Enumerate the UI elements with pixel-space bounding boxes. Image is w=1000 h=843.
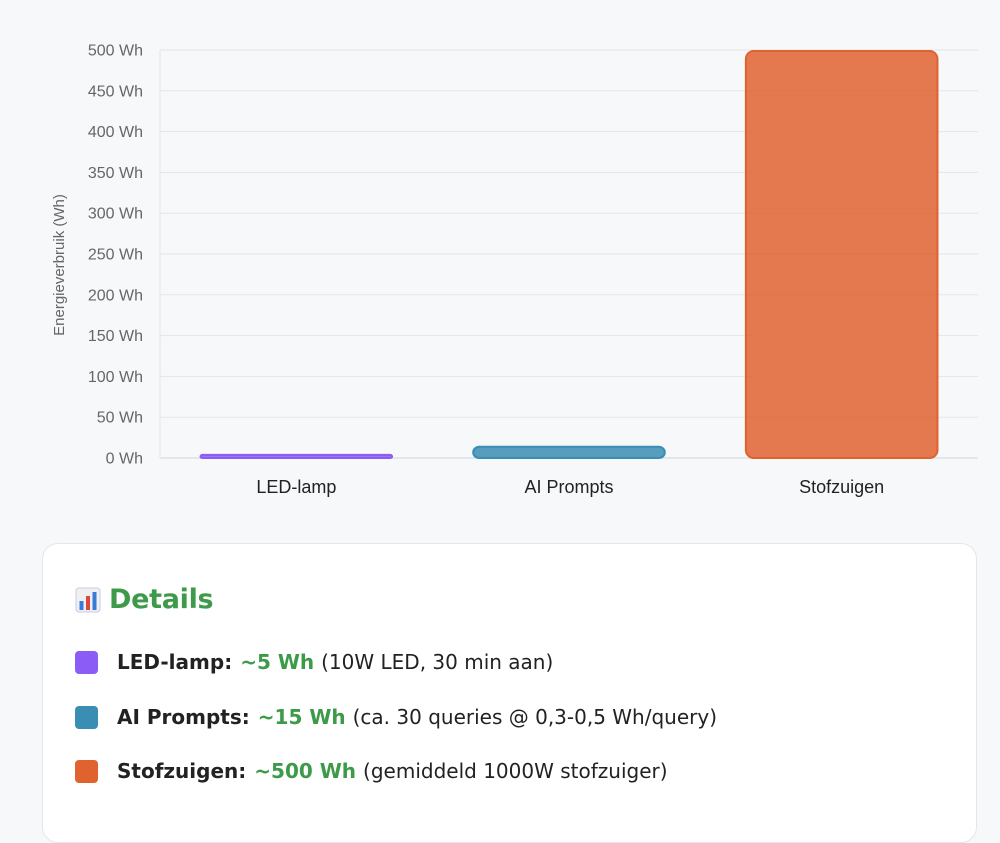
swatch-led-lamp [75,650,98,674]
y-tick-label: 250 Wh [88,247,143,264]
detail-item-led-lamp: LED-lamp: ~5 Wh (10W LED, 30 min aan) [75,650,553,674]
details-card: Details LED-lamp: ~5 Wh (10W LED, 30 min… [42,543,977,843]
y-tick-label: 0 Wh [106,451,143,468]
item-value: ~5 Wh [240,650,315,674]
item-label: Stofzuigen: [117,759,247,783]
item-note: (ca. 30 queries @ 0,3-0,5 Wh/query) [352,705,718,729]
bar-led-lamp [199,453,394,460]
bar-stofzuigen [744,50,939,459]
bar-ai-prompts [472,445,666,460]
details-title: Details [109,584,214,615]
details-heading: Details [75,584,214,615]
energy-bar-chart: 0 Wh 50 Wh 100 Wh 150 Wh 200 Wh 250 Wh 300 Wh 3… [0,0,1000,520]
y-axis-title: Energieverbruik (Wh) [51,194,68,336]
x-tick-label: LED-lamp [256,477,336,497]
y-tick-label: 100 Wh [88,369,143,386]
chart-svg: 0 Wh 50 Wh 100 Wh 150 Wh 200 Wh 250 Wh 300 Wh 3… [51,43,978,497]
x-tick-label: Stofzuigen [799,477,884,497]
item-label: LED-lamp: [117,650,233,674]
detail-item-ai-prompts: AI Prompts: ~15 Wh (ca. 30 queries @ 0,3… [75,705,717,729]
y-tick-label: 200 Wh [88,287,143,304]
bar-chart-icon [75,587,101,612]
item-value: ~500 Wh [254,759,357,783]
item-note: (gemiddeld 1000W stofzuiger) [363,759,668,783]
y-tick-label: 500 Wh [88,43,143,60]
y-tick-label: 350 Wh [88,165,143,182]
y-tick-label: 50 Wh [97,410,143,427]
item-label: AI Prompts: [117,705,250,729]
y-tick-label: 150 Wh [88,328,143,345]
y-tick-label: 400 Wh [88,124,143,141]
swatch-ai-prompts [75,705,98,729]
y-tick-label: 450 Wh [88,83,143,100]
y-tick-label: 300 Wh [88,206,143,223]
swatch-stofzuigen [75,759,98,783]
detail-item-stofzuigen: Stofzuigen: ~500 Wh (gemiddeld 1000W sto… [75,759,668,783]
x-tick-label: AI Prompts [524,477,613,497]
item-value: ~15 Wh [257,705,346,729]
item-note: (10W LED, 30 min aan) [321,650,554,674]
